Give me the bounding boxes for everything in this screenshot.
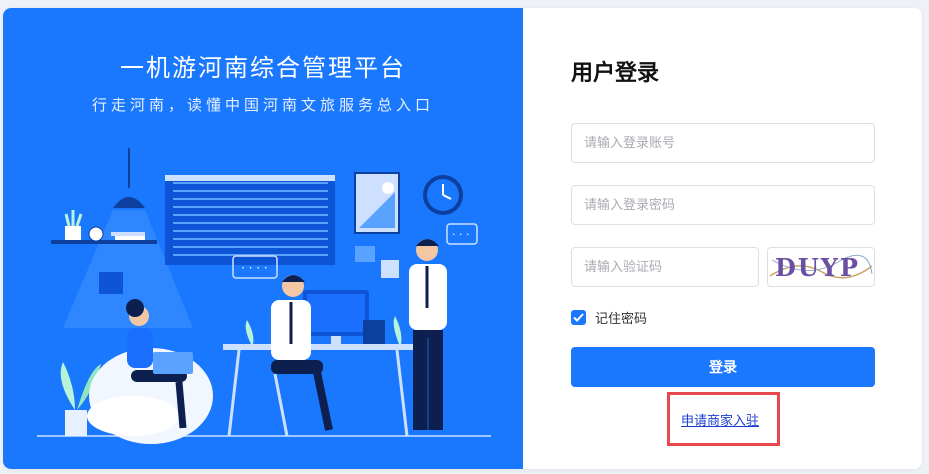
remember-checkbox[interactable]	[571, 310, 586, 325]
login-panel: 用户登录 DUYP 记住密码 登录 申请商家入驻	[523, 8, 922, 469]
svg-text:· · · ·: · · · ·	[241, 261, 268, 275]
platform-subtitle: 行走河南，读懂中国河南文旅服务总入口	[91, 96, 434, 114]
account-input[interactable]	[571, 123, 875, 163]
login-button[interactable]: 登录	[571, 347, 875, 387]
captcha-image[interactable]: DUYP	[767, 247, 875, 287]
login-card: 一机游河南综合管理平台 行走河南，读懂中国河南文旅服务总入口 · · · · ·…	[3, 8, 922, 469]
captcha-code-text: DUYP	[775, 253, 860, 282]
office-illustration: · · · · · · ·	[37, 148, 491, 444]
platform-title: 一机游河南综合管理平台	[120, 54, 406, 82]
remember-label: 记住密码	[595, 312, 648, 327]
remember-password-toggle[interactable]: 记住密码	[571, 308, 647, 327]
apply-merchant-link[interactable]: 申请商家入驻	[681, 410, 759, 429]
banner-panel: 一机游河南综合管理平台 行走河南，读懂中国河南文旅服务总入口 · · · · ·…	[3, 8, 523, 469]
password-input[interactable]	[571, 185, 875, 225]
svg-text:· · ·: · · ·	[452, 228, 469, 241]
check-icon	[573, 313, 584, 322]
login-title: 用户登录	[571, 61, 660, 86]
captcha-graphic: DUYP	[769, 253, 873, 282]
captcha-input[interactable]	[571, 247, 759, 287]
